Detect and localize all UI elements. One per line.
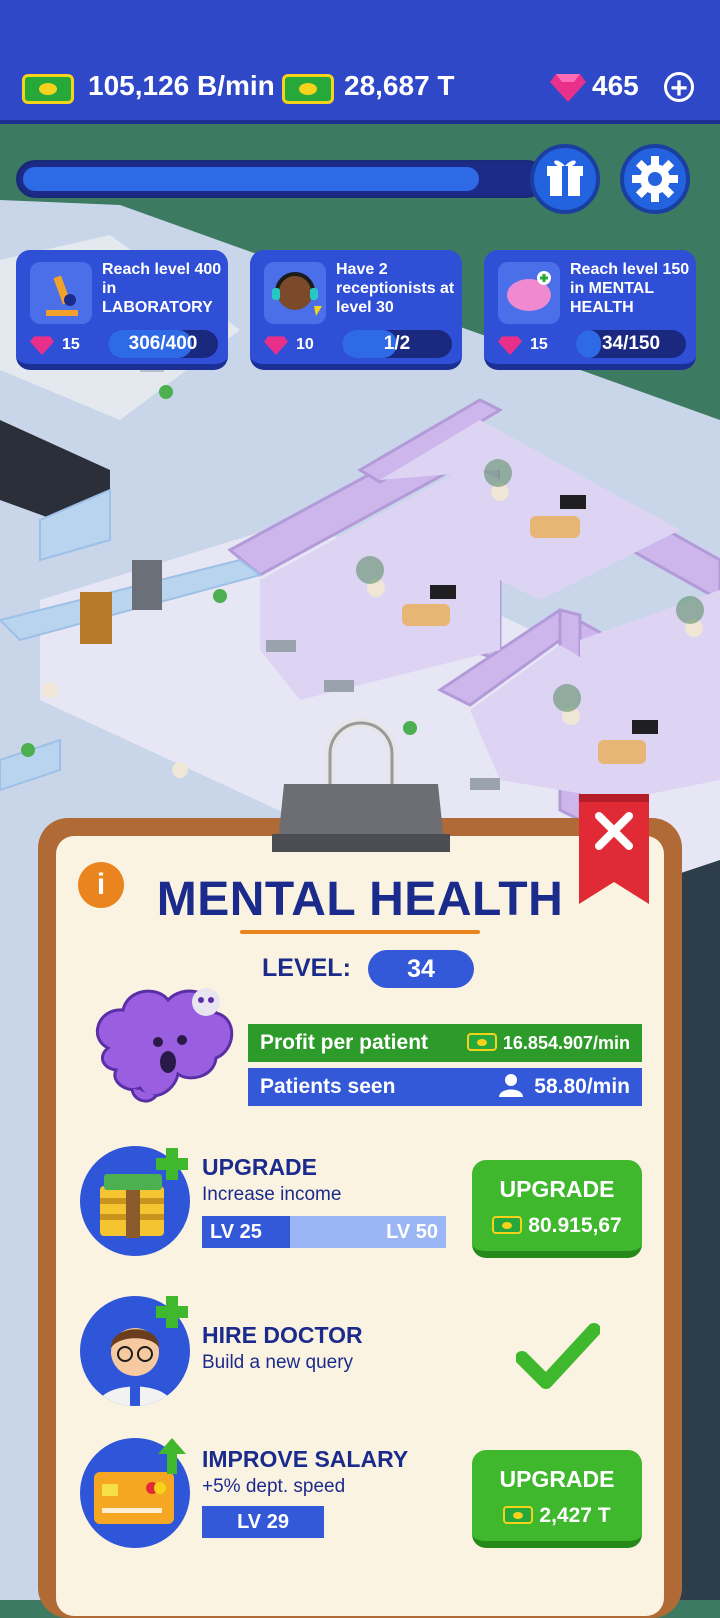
quest-reward: 15: [62, 336, 80, 353]
improve-salary-subtitle: +5% dept. speed: [202, 1476, 346, 1497]
arrow-up-icon: [158, 1438, 186, 1474]
profit-per-patient-row: Profit per patient 16.854.907/min: [248, 1024, 642, 1062]
info-button[interactable]: i: [78, 862, 124, 908]
upgrade-level-bar: LV 25 LV 50: [202, 1216, 446, 1248]
patients-value: 58.80/min: [534, 1075, 630, 1098]
salary-upgrade-cost: 2,427 T: [539, 1504, 611, 1527]
hospital-progress-bar: [16, 160, 546, 198]
profit-value: 16.854.907/min: [502, 1033, 630, 1053]
title-underline: [240, 930, 480, 934]
gift-button[interactable]: [530, 144, 600, 214]
upgrade-button[interactable]: UPGRADE 80.915,67: [472, 1160, 642, 1258]
quest-progress-bar: 1/2: [342, 330, 452, 358]
upgrade-level-current: LV 25: [210, 1221, 262, 1243]
plus-icon: [156, 1296, 188, 1328]
cash-icon: [22, 74, 74, 104]
cash-icon: [503, 1506, 534, 1524]
gift-icon: [547, 160, 583, 196]
department-title: MENTAL HEALTH: [156, 873, 564, 926]
quest-text: Reach level 400 in LABORATORY: [102, 261, 222, 316]
patients-label: Patients seen: [260, 1075, 396, 1098]
quest-progress-text: 34/150: [601, 333, 661, 354]
quest-card-laboratory[interactable]: Reach level 400 in LABORATORY 15 306/400: [16, 250, 228, 370]
hospital-progress-fill: [23, 167, 479, 191]
profit-label: Profit per patient: [260, 1031, 429, 1054]
cash-icon: [492, 1216, 523, 1234]
upgrade-subtitle: Increase income: [202, 1184, 342, 1205]
checkmark-icon: [516, 1323, 600, 1389]
upgrade-button-label: UPGRADE: [499, 1176, 615, 1202]
settings-button[interactable]: [620, 144, 690, 214]
quest-progress-bar: 34/150: [576, 330, 686, 358]
quest-reward: 15: [530, 336, 548, 353]
quest-progress-text: 306/400: [128, 333, 198, 354]
person-icon: [499, 1074, 524, 1097]
upgrade-title: UPGRADE: [202, 1154, 318, 1180]
quest-reward: 10: [296, 336, 314, 353]
improve-salary-title: IMPROVE SALARY: [202, 1446, 409, 1472]
close-button[interactable]: [579, 794, 649, 904]
quest-text: Reach level 150 in MENTAL HEALTH: [570, 261, 690, 316]
gem-icon: [264, 336, 288, 355]
quest-card-receptionists[interactable]: Have 2 receptionists at level 30 10 1/2: [250, 250, 462, 370]
cash-icon: [466, 1033, 497, 1051]
quest-text: Have 2 receptionists at level 30: [336, 261, 455, 316]
level-label: LEVEL:: [262, 954, 351, 982]
sad-brain-icon: [95, 988, 234, 1103]
gear-icon: [632, 156, 678, 202]
upgrade-cost: 80.915,67: [528, 1214, 622, 1237]
gem-count: 465: [592, 70, 639, 101]
binder-clip-icon: [272, 718, 450, 852]
brain-icon: [498, 262, 560, 324]
add-gems-button[interactable]: +: [664, 72, 694, 104]
quest-card-mental-health[interactable]: Reach level 150 in MENTAL HEALTH 15 34/1…: [484, 250, 696, 370]
salary-upgrade-button-label: UPGRADE: [499, 1466, 615, 1492]
plus-icon: [156, 1148, 188, 1180]
quest-progress-text: 1/2: [383, 333, 411, 354]
cash-icon: [282, 74, 334, 104]
resource-bar: 105,126 B/min 28,687 T 465 +: [0, 0, 720, 124]
quest-progress-bar: 306/400: [108, 330, 218, 358]
gem-icon: [550, 74, 586, 102]
hire-doctor-title: HIRE DOCTOR: [202, 1322, 363, 1348]
patients-seen-row: Patients seen 58.80/min: [248, 1068, 642, 1106]
salary-upgrade-button[interactable]: UPGRADE 2,427 T: [472, 1450, 642, 1548]
gem-icon: [498, 336, 522, 355]
salary-level: LV 29: [202, 1506, 324, 1538]
level-value: 34: [368, 950, 474, 988]
upgrade-level-target: LV 50: [386, 1221, 438, 1243]
gem-icon: [30, 336, 54, 355]
receptionist-icon: [264, 262, 326, 324]
hire-doctor-subtitle: Build a new query: [202, 1352, 354, 1373]
cash-total: 28,687 T: [344, 70, 455, 101]
microscope-icon: [30, 262, 92, 324]
income-rate: 105,126 B/min: [88, 70, 275, 101]
